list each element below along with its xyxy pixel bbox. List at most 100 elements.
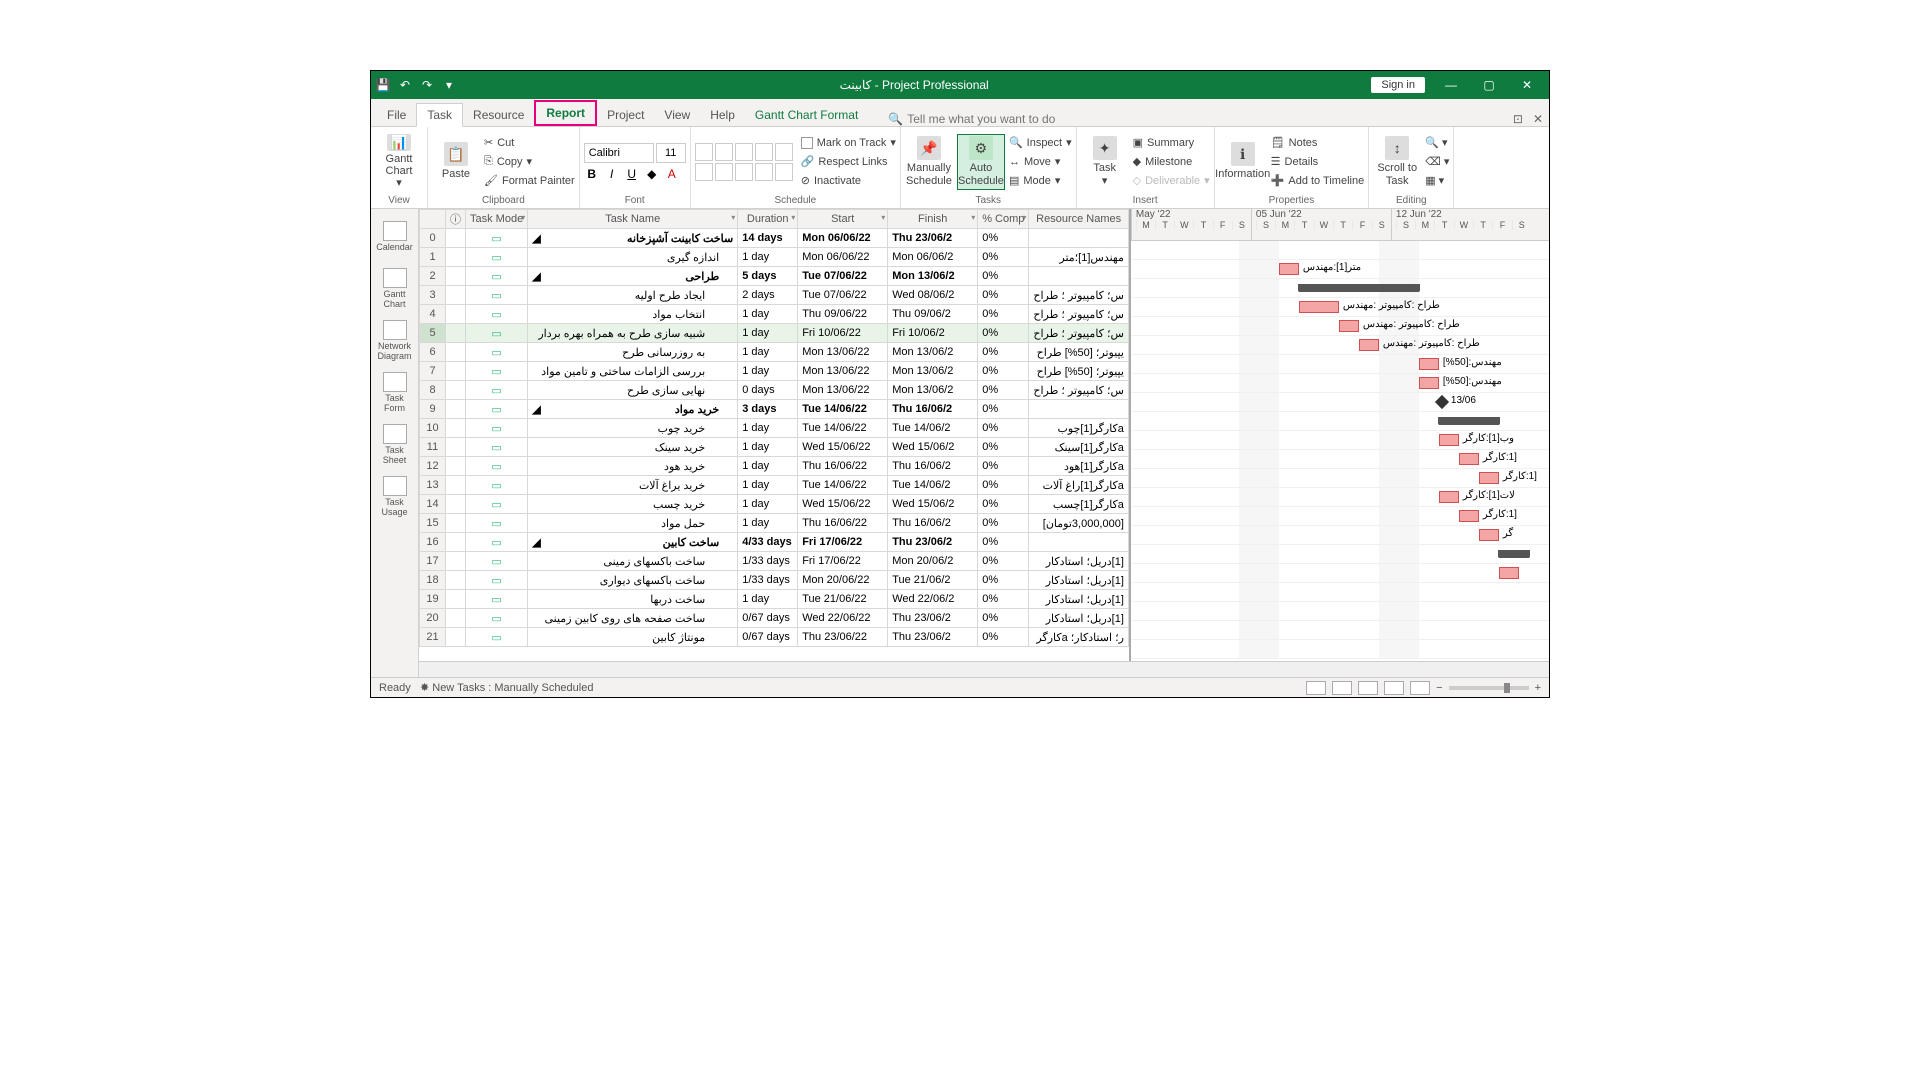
task-table[interactable]: ⓘ Task Mode▾ Task Name▾ Duration▾ Start▾…	[419, 209, 1129, 647]
paste-button[interactable]: 📋Paste	[432, 134, 480, 190]
italic-button[interactable]: I	[604, 167, 620, 181]
tab-file[interactable]: File	[377, 104, 416, 126]
table-row[interactable]: 6▭به روزرسانی طرح1 dayMon 13/06/22Mon 13…	[420, 343, 1129, 362]
save-icon[interactable]: 💾	[375, 77, 391, 93]
font-color-button[interactable]: A	[664, 167, 680, 181]
close-pane-icon[interactable]: ✕	[1533, 112, 1543, 126]
inspect-button[interactable]: 🔍 Inspect ▾	[1009, 134, 1072, 152]
table-row[interactable]: 15▭حمل مواد1 dayThu 16/06/22Thu 16/06/20…	[420, 514, 1129, 533]
find-button[interactable]: 🔍 ▾	[1425, 134, 1449, 152]
table-row[interactable]: 12▭خرید هود1 dayThu 16/06/22Thu 16/06/20…	[420, 457, 1129, 476]
ribbon-display-icon[interactable]: ⊡	[1513, 112, 1523, 126]
table-row[interactable]: 10▭خرید چوب1 dayTue 14/06/22Tue 14/06/20…	[420, 419, 1129, 438]
tab-format[interactable]: Gantt Chart Format	[745, 104, 868, 126]
minimize-button[interactable]: —	[1433, 78, 1469, 92]
group-schedule-label: Schedule	[695, 194, 896, 206]
fill-button[interactable]: ▦ ▾	[1425, 172, 1449, 190]
font-size-input[interactable]	[656, 143, 686, 163]
milestone-button[interactable]: ◆ Milestone	[1133, 153, 1210, 171]
table-row[interactable]: 11▭خرید سینک1 dayWed 15/06/22Wed 15/06/2…	[420, 438, 1129, 457]
table-row[interactable]: 20▭ساخت صفحه های روی کابین زمینی0/67 day…	[420, 609, 1129, 628]
group-properties-label: Properties	[1219, 194, 1365, 206]
tab-help[interactable]: Help	[700, 104, 745, 126]
qat-dropdown-icon[interactable]: ▾	[441, 77, 457, 93]
respect-links-button[interactable]: 🔗 Respect Links	[801, 153, 896, 171]
fill-color-button[interactable]: ◆	[644, 167, 660, 181]
table-row[interactable]: 17▭ساخت باکسهای زمینی1/33 daysFri 17/06/…	[420, 552, 1129, 571]
view-bar: Calendar Gantt Chart Network Diagram Tas…	[371, 209, 419, 677]
view-shortcut-2[interactable]	[1332, 681, 1352, 695]
manually-schedule-button[interactable]: 📌Manually Schedule	[905, 134, 953, 190]
table-row[interactable]: 4▭انتخاب مواد1 dayThu 09/06/22Thu 09/06/…	[420, 305, 1129, 324]
table-row[interactable]: 9▭◢خرید مواد3 daysTue 14/06/22Thu 16/06/…	[420, 400, 1129, 419]
format-painter-button[interactable]: 🖌 Format Painter	[484, 172, 575, 190]
clear-button[interactable]: ⌫ ▾	[1425, 153, 1449, 171]
gantt-chart-area[interactable]: May '22MTWTFS05 Jun '22SMTWTFS12 Jun '22…	[1131, 209, 1549, 661]
paste-icon: 📋	[444, 142, 468, 166]
table-row[interactable]: 18▭ساخت باکسهای دیواری1/33 daysMon 20/06…	[420, 571, 1129, 590]
table-row[interactable]: 8▭نهایی سازی طرح0 daysMon 13/06/22Mon 13…	[420, 381, 1129, 400]
auto-icon: ⚙	[969, 136, 993, 160]
font-name-input[interactable]	[584, 143, 654, 163]
info-icon: ℹ	[1231, 142, 1255, 166]
details-button[interactable]: ☰ Details	[1271, 153, 1365, 171]
tab-task[interactable]: Task	[416, 103, 463, 127]
move-button[interactable]: ↔ Move ▾	[1009, 153, 1072, 171]
zoom-slider[interactable]	[1449, 686, 1529, 690]
table-row[interactable]: 14▭خرید چسب1 dayWed 15/06/22Wed 15/06/20…	[420, 495, 1129, 514]
horizontal-scrollbar[interactable]	[419, 661, 1549, 677]
zoom-out-button[interactable]: −	[1436, 682, 1442, 694]
add-to-timeline-button[interactable]: ➕ Add to Timeline	[1271, 172, 1365, 190]
indent-outdent-grid[interactable]	[695, 143, 793, 181]
view-calendar[interactable]: Calendar	[375, 213, 415, 261]
table-row[interactable]: 2▭◢طراحی5 daysTue 07/06/22Mon 13/06/20%	[420, 267, 1129, 286]
tell-me-input[interactable]	[907, 112, 1107, 126]
redo-icon[interactable]: ↷	[419, 77, 435, 93]
close-button[interactable]: ✕	[1509, 78, 1545, 92]
ribbon-tabs: File Task Resource Report Project View H…	[371, 99, 1549, 127]
table-row[interactable]: 5▭شبیه سازی طرح به همراه بهره بردار1 day…	[420, 324, 1129, 343]
tab-resource[interactable]: Resource	[463, 104, 534, 126]
view-shortcut-4[interactable]	[1384, 681, 1404, 695]
bold-button[interactable]: B	[584, 167, 600, 181]
table-row[interactable]: 16▭◢ساخت کابین4/33 daysFri 17/06/22Thu 2…	[420, 533, 1129, 552]
zoom-in-button[interactable]: +	[1535, 682, 1541, 694]
view-gantt[interactable]: Gantt Chart	[375, 265, 415, 313]
table-row[interactable]: 1▭اندازه گیری1 dayMon 06/06/22Mon 06/06/…	[420, 248, 1129, 267]
tab-report[interactable]: Report	[534, 100, 597, 126]
view-shortcut-1[interactable]	[1306, 681, 1326, 695]
information-button[interactable]: ℹInformation	[1219, 134, 1267, 190]
mode-button[interactable]: ▤ Mode ▾	[1009, 172, 1072, 190]
mark-on-track-button[interactable]: Mark on Track ▾	[801, 134, 896, 152]
tab-view[interactable]: View	[654, 104, 700, 126]
maximize-button[interactable]: ▢	[1471, 78, 1507, 92]
auto-schedule-button[interactable]: ⚙Auto Schedule	[957, 134, 1005, 190]
view-task-form[interactable]: Task Form	[375, 369, 415, 417]
inactivate-button[interactable]: ⊘ Inactivate	[801, 172, 896, 190]
insert-task-button[interactable]: ✦Task▾	[1081, 134, 1129, 190]
view-task-sheet[interactable]: Task Sheet	[375, 421, 415, 469]
tab-project[interactable]: Project	[597, 104, 654, 126]
view-task-usage[interactable]: Task Usage	[375, 473, 415, 521]
table-row[interactable]: 0▭◢ساخت کابینت آشپزخانه14 daysMon 06/06/…	[420, 229, 1129, 248]
table-row[interactable]: 7▭بررسی الزامات ساختی و تامین مواد1 dayM…	[420, 362, 1129, 381]
gantt-chart-button[interactable]: 📊Gantt Chart▾	[375, 134, 423, 190]
view-shortcut-3[interactable]	[1358, 681, 1378, 695]
view-network[interactable]: Network Diagram	[375, 317, 415, 365]
sign-in-button[interactable]: Sign in	[1371, 77, 1425, 93]
group-view-label: View	[375, 194, 423, 206]
col-start: Start▾	[798, 210, 888, 229]
copy-button[interactable]: ⎘ Copy ▾	[484, 153, 575, 171]
summary-button[interactable]: ▣ Summary	[1133, 134, 1210, 152]
scroll-to-task-button[interactable]: ↕Scroll to Task	[1373, 134, 1421, 190]
notes-button[interactable]: 🗒 Notes	[1271, 134, 1365, 152]
pin-icon: 📌	[917, 136, 941, 160]
table-row[interactable]: 3▭ایجاد طرح اولیه2 daysTue 07/06/22Wed 0…	[420, 286, 1129, 305]
table-row[interactable]: 13▭خرید یراغ آلات1 dayTue 14/06/22Tue 14…	[420, 476, 1129, 495]
view-shortcut-5[interactable]	[1410, 681, 1430, 695]
cut-button[interactable]: ✂ Cut	[484, 134, 575, 152]
underline-button[interactable]: U	[624, 167, 640, 181]
table-row[interactable]: 19▭ساخت دربها1 dayTue 21/06/22Wed 22/06/…	[420, 590, 1129, 609]
table-row[interactable]: 21▭مونتاژ کابین0/67 daysThu 23/06/22Thu …	[420, 628, 1129, 647]
undo-icon[interactable]: ↶	[397, 77, 413, 93]
